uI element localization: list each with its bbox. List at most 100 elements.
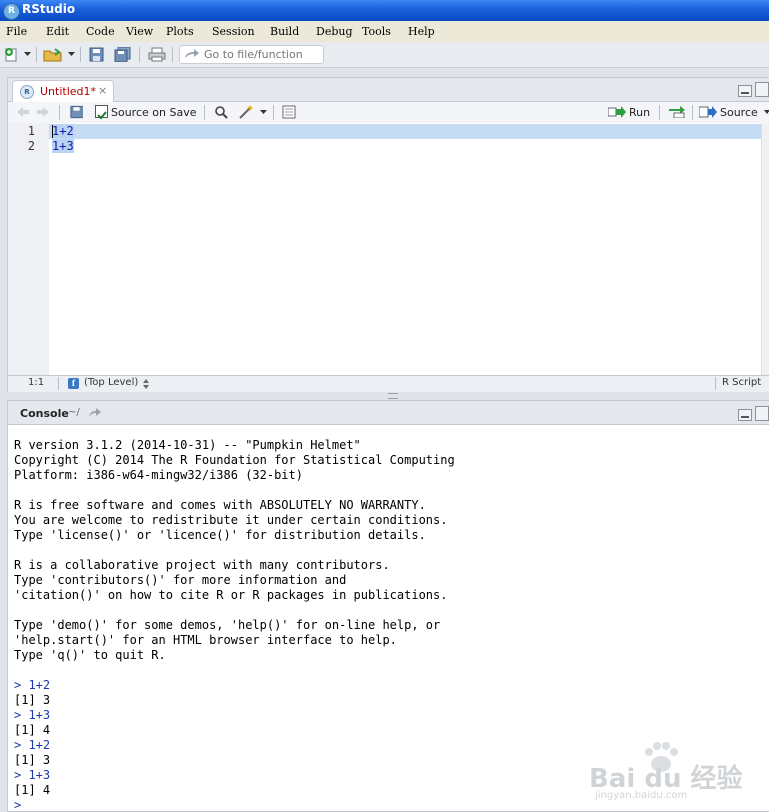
- maximize-pane-button[interactable]: [755, 82, 769, 97]
- tab-untitled1[interactable]: R Untitled1* ×: [12, 80, 114, 102]
- open-file-icon[interactable]: [43, 47, 63, 62]
- go-to-arrow-icon: [185, 49, 199, 58]
- main-toolbar: [0, 42, 769, 68]
- console-header: Console ~/: [8, 401, 769, 425]
- console-line: Copyright (C) 2014 The R Foundation for …: [14, 453, 455, 467]
- console-title: Console: [20, 407, 69, 420]
- console-prompt[interactable]: >: [14, 798, 28, 811]
- code-line[interactable]: 1+2: [52, 124, 74, 138]
- baidu-watermark: Bai du 经验 jingyan.baidu.com: [583, 740, 743, 806]
- toolbar-divider: [58, 377, 59, 390]
- source-button[interactable]: Source: [720, 106, 758, 119]
- scope-updown-icon[interactable]: [143, 379, 149, 389]
- code-tools-wand-icon[interactable]: [238, 104, 256, 120]
- console-line: You are welcome to redistribute it under…: [14, 513, 448, 527]
- editor-vertical-scrollbar[interactable]: [761, 123, 769, 375]
- save-icon[interactable]: [70, 105, 84, 119]
- source-on-save-label[interactable]: Source on Save: [111, 106, 196, 119]
- run-icon[interactable]: [608, 106, 626, 118]
- console-line: Type 'license()' or 'licence()' for dist…: [14, 528, 426, 542]
- menu-edit[interactable]: Edit: [46, 25, 69, 38]
- title-bar: R RStudio: [0, 0, 769, 21]
- minimize-pane-button[interactable]: [738, 409, 752, 421]
- toolbar-divider: [80, 47, 81, 62]
- console-line: 'citation()' on how to cite R or R packa…: [14, 588, 448, 602]
- menu-session[interactable]: Session: [212, 25, 255, 38]
- toolbar-divider: [273, 105, 274, 120]
- console-line: R version 3.1.2 (2014-10-31) -- "Pumpkin…: [14, 438, 361, 452]
- source-pane: R Untitled1* × Source on Save Run Source: [7, 77, 769, 392]
- console-command: > 1+3: [14, 768, 51, 782]
- console-line: Type 'demo()' for some demos, 'help()' f…: [14, 618, 441, 632]
- back-arrow-icon[interactable]: [16, 106, 30, 118]
- menu-plots[interactable]: Plots: [166, 25, 194, 38]
- source-dropdown-icon[interactable]: [764, 110, 769, 115]
- editor-toolbar: Source on Save Run Source: [8, 102, 769, 124]
- console-line: Platform: i386-w64-mingw32/i386 (32-bit): [14, 468, 303, 482]
- file-type-selector[interactable]: R Script: [722, 377, 761, 388]
- toolbar-divider: [659, 105, 660, 120]
- tab-close-button[interactable]: ×: [98, 84, 107, 97]
- line-number: 2: [27, 139, 35, 153]
- console-command: > 1+2: [14, 738, 51, 752]
- code-line[interactable]: 1+3: [52, 139, 74, 153]
- pane-splitter[interactable]: [388, 393, 398, 399]
- menu-debug[interactable]: Debug: [316, 25, 353, 38]
- toolbar-divider: [692, 105, 693, 120]
- console-line: Type 'contributors()' for more informati…: [14, 573, 347, 587]
- toolbar-divider: [204, 105, 205, 120]
- console-result: [1] 4: [14, 723, 51, 737]
- toolbar-divider: [715, 377, 716, 390]
- source-tab-strip: R Untitled1* ×: [8, 78, 769, 102]
- menu-view[interactable]: View: [126, 25, 153, 38]
- menu-tools[interactable]: Tools: [362, 25, 391, 38]
- console-line: Type 'q()' to quit R.: [14, 648, 166, 662]
- new-file-icon[interactable]: [4, 47, 20, 62]
- console-command: > 1+3: [14, 708, 51, 722]
- go-to-file-input[interactable]: [204, 47, 319, 62]
- console-command: > 1+2: [14, 678, 51, 692]
- current-line-highlight: [49, 124, 761, 139]
- print-icon[interactable]: [148, 47, 166, 62]
- toolbar-divider: [59, 105, 60, 120]
- cursor-position: 1:1: [28, 377, 45, 388]
- minimize-pane-button[interactable]: [738, 85, 752, 97]
- menu-build[interactable]: Build: [270, 25, 299, 38]
- forward-arrow-icon[interactable]: [36, 106, 50, 118]
- new-file-dropdown-icon[interactable]: [24, 52, 31, 57]
- open-file-dropdown-icon[interactable]: [68, 52, 75, 57]
- go-to-directory-icon[interactable]: [88, 407, 102, 418]
- watermark-url: jingyan.baidu.com: [595, 790, 688, 801]
- go-to-file-box[interactable]: [179, 45, 324, 64]
- save-all-icon[interactable]: [114, 47, 132, 62]
- r-file-icon: R: [20, 85, 34, 99]
- rstudio-app-icon[interactable]: R: [3, 3, 20, 20]
- scope-selector[interactable]: (Top Level): [84, 377, 138, 388]
- tab-label: Untitled1*: [40, 85, 97, 98]
- save-icon[interactable]: [89, 47, 105, 62]
- source-icon[interactable]: [699, 106, 717, 118]
- editor-status-bar: 1:1 f (Top Level) R Script: [8, 375, 769, 392]
- working-directory: ~/: [68, 407, 80, 418]
- checkmark-icon: [97, 111, 107, 120]
- code-tools-dropdown-icon[interactable]: [260, 110, 267, 115]
- maximize-pane-button[interactable]: [755, 406, 769, 421]
- menu-help[interactable]: Help: [408, 25, 435, 38]
- menu-code[interactable]: Code: [86, 25, 115, 38]
- run-button[interactable]: Run: [629, 106, 650, 119]
- console-line: R is free software and comes with ABSOLU…: [14, 498, 426, 512]
- compile-report-icon[interactable]: [282, 105, 296, 119]
- search-icon[interactable]: [214, 105, 228, 119]
- text-cursor: [52, 125, 53, 138]
- toolbar-divider: [139, 47, 140, 62]
- source-on-save-checkbox[interactable]: [95, 105, 108, 120]
- menu-file[interactable]: File: [6, 25, 27, 38]
- function-scope-icon: f: [68, 378, 79, 389]
- code-editor[interactable]: 1+2 1+3: [49, 123, 769, 375]
- line-number: 1: [27, 124, 35, 138]
- console-result: [1] 4: [14, 783, 51, 797]
- rerun-icon[interactable]: [668, 106, 686, 118]
- window-title: RStudio: [22, 2, 76, 16]
- toolbar-divider: [36, 47, 37, 62]
- console-line: R is a collaborative project with many c…: [14, 558, 390, 572]
